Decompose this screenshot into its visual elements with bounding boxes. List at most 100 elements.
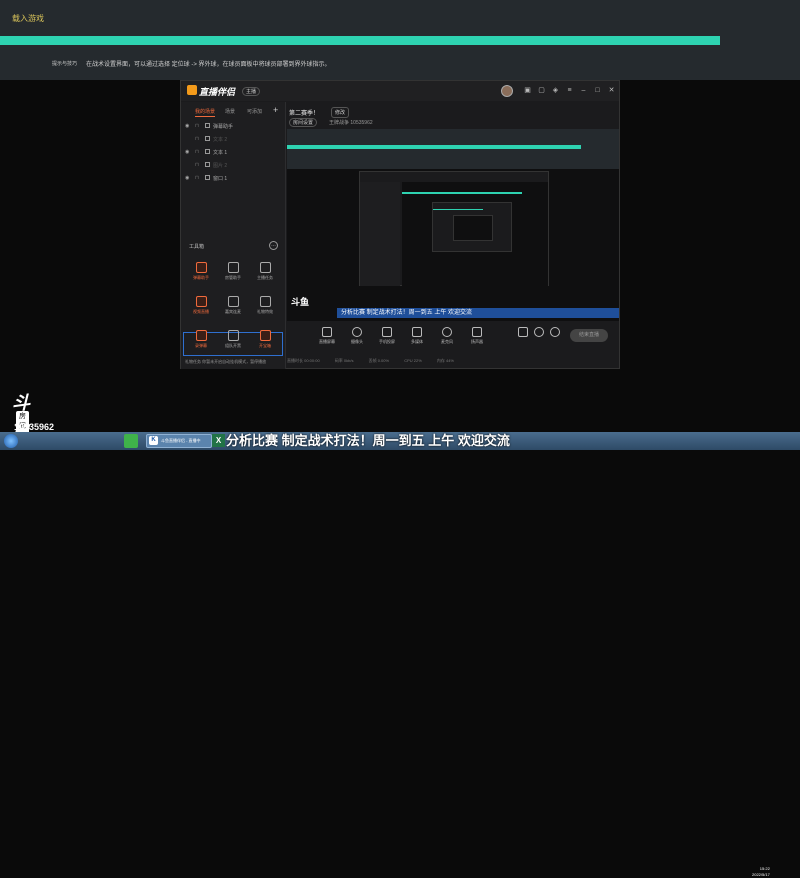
message-icon[interactable]: ▢ xyxy=(537,86,546,95)
start-button[interactable] xyxy=(4,434,18,448)
overlay-ticker: 分析比赛 制定战术打法！周一到五 上午 欢迎交流 xyxy=(337,308,619,318)
status-bitrate: 码率 0kb/s xyxy=(334,358,354,363)
gift-icon xyxy=(259,296,271,307)
tool-record-danmu[interactable]: 录弹幕 xyxy=(185,330,217,354)
source-row[interactable]: ◉ ⊓ 文本 1 xyxy=(185,147,281,158)
source-row[interactable]: ⊓ 图片 2 xyxy=(185,160,281,171)
tool-treasure[interactable]: 开宝箱 xyxy=(249,330,281,354)
app-logo-text: 直播伴侣 xyxy=(199,87,236,97)
camera-button[interactable]: 摄像头 xyxy=(343,327,371,345)
go-live-button[interactable]: 结束直播 xyxy=(570,329,608,342)
tool-streamer-task[interactable]: 主播任务 xyxy=(249,262,281,286)
room-settings-button[interactable]: 房间设置 xyxy=(289,118,318,127)
excel-icon[interactable]: X xyxy=(212,434,225,447)
live-companion-window: 直播伴侣 主播 ▣ ▢ ◈ ≡ – □ ✕ 我的场景 场景 可添加 + ◉ ⊓ 弹幕… xyxy=(180,80,620,369)
tool-gift-effect[interactable]: 礼物特效 xyxy=(249,296,281,320)
tab-active-indicator xyxy=(195,116,215,117)
tool-room-admin[interactable]: 房管助手 xyxy=(217,262,249,286)
source-name: 窗口 1 xyxy=(213,176,228,182)
nested-preview-2 xyxy=(432,202,512,252)
microphone-icon xyxy=(442,327,452,337)
close-icon[interactable]: ✕ xyxy=(607,86,616,95)
treasure-icon xyxy=(259,330,271,341)
sidebar-footer: 礼物任务 你暂未开启自动挂机模式，暂停播放 xyxy=(185,359,267,364)
settings-button[interactable] xyxy=(541,327,569,337)
phone-icon xyxy=(382,327,392,337)
minimize-icon[interactable]: – xyxy=(579,86,588,95)
app-launcher-icon[interactable] xyxy=(124,434,138,448)
status-bar: 直播时长 00:00:00 码率 0kb/s 丢帧 0.00% CPU 22% … xyxy=(287,355,619,367)
play-icon xyxy=(412,327,422,337)
speaker-button[interactable]: 扬声器 xyxy=(463,327,491,345)
speaker-icon xyxy=(472,327,482,337)
tool-team[interactable]: 组队开黑 xyxy=(217,330,249,354)
tool-guest-mic[interactable]: 嘉宾连麦 xyxy=(217,296,249,320)
microphone-button[interactable]: 麦克风 xyxy=(433,327,461,345)
stream-preview: 斗鱼 分析比赛 制定战术打法！周一到五 上午 欢迎交流 xyxy=(287,129,619,321)
nested-progress-bar xyxy=(402,192,522,194)
preview-progress-bar xyxy=(287,145,581,149)
tab-my-scenes[interactable]: 我的场景 xyxy=(195,108,215,115)
user-icon xyxy=(227,262,239,273)
add-scene-icon[interactable]: + xyxy=(273,105,278,115)
danmu-icon xyxy=(195,262,207,273)
control-bar: 直播屏幕 摄像头 手机投屏 多媒体 麦克风 扬声器 结束直播 xyxy=(287,321,619,353)
eye-icon[interactable]: ◉ xyxy=(185,149,189,155)
brand-room-id: 10535962 xyxy=(14,422,55,432)
nested-screen xyxy=(402,182,548,286)
record-icon xyxy=(195,330,207,341)
screen-icon xyxy=(322,327,332,337)
download-icon xyxy=(227,296,239,307)
lock-icon[interactable]: ⊓ xyxy=(195,123,199,129)
lock-icon[interactable]: ⊓ xyxy=(195,136,199,142)
nested-sidebar xyxy=(360,182,400,286)
source-type-icon xyxy=(205,175,210,180)
camera-icon xyxy=(352,327,362,337)
title-bar: 直播伴侣 主播 ▣ ▢ ◈ ≡ – □ ✕ xyxy=(181,81,619,101)
game-loading-screen: 载入游戏 提示与技巧 在战术设置界面，可以通过选择 定位球 -> 界外球，在球员… xyxy=(0,0,800,80)
nested-progress-bar-2 xyxy=(433,209,483,210)
source-name: 文本 1 xyxy=(213,150,228,156)
source-row[interactable]: ⊓ 文本 2 xyxy=(185,134,281,145)
lock-icon[interactable]: ⊓ xyxy=(195,162,199,168)
tab-scenes[interactable]: 场景 xyxy=(225,108,235,115)
skin-icon[interactable]: ◈ xyxy=(551,86,560,95)
phone-cast-button[interactable]: 手机投屏 xyxy=(373,327,401,345)
task-icon xyxy=(259,262,271,273)
nested-preview-3 xyxy=(453,215,493,241)
gift-icon[interactable]: ▣ xyxy=(523,86,532,95)
taskbar-app-icon: K xyxy=(149,436,158,445)
source-row[interactable]: ◉ ⊓ 弹幕助手 xyxy=(185,121,281,132)
status-memory: 内存 44% xyxy=(436,358,454,363)
room-meta: 王牌战争 10535962 xyxy=(329,120,373,126)
eye-icon[interactable]: ◉ xyxy=(185,175,189,181)
loading-progress-bar xyxy=(0,36,720,45)
media-button[interactable]: 多媒体 xyxy=(403,327,431,345)
app-badge: 主播 xyxy=(242,87,261,96)
gear-icon xyxy=(550,327,560,337)
screen-capture-button[interactable]: 直播屏幕 xyxy=(313,327,341,345)
maximize-icon[interactable]: □ xyxy=(593,86,602,95)
source-name: 文本 2 xyxy=(213,137,228,143)
more-icon[interactable]: … xyxy=(269,241,278,250)
room-title[interactable]: 第二赛季！ xyxy=(289,108,319,117)
tool-video-live[interactable]: 视频直播 xyxy=(185,296,217,320)
room-edit-tag[interactable]: 修改 xyxy=(331,107,350,118)
system-clock[interactable]: 15:22 2022/5/17 xyxy=(752,866,770,878)
tab-addable[interactable]: 可添加 xyxy=(247,108,262,115)
team-icon xyxy=(227,330,239,341)
clock-date: 2022/5/17 xyxy=(752,872,770,877)
lock-icon[interactable]: ⊓ xyxy=(195,149,199,155)
source-type-icon xyxy=(205,162,210,167)
nested-preview xyxy=(359,171,549,286)
avatar[interactable] xyxy=(501,85,513,97)
status-cpu: CPU 22% xyxy=(404,358,422,363)
tool-danmu-helper[interactable]: 弹幕助手 xyxy=(185,262,217,286)
menu-icon[interactable]: ≡ xyxy=(565,86,574,95)
source-name: 图片 2 xyxy=(213,163,228,169)
source-row[interactable]: ◉ ⊓ 窗口 1 xyxy=(185,173,281,184)
lock-icon[interactable]: ⊓ xyxy=(195,175,199,181)
eye-icon[interactable]: ◉ xyxy=(185,123,189,129)
video-icon xyxy=(195,296,207,307)
overlay-logo: 斗鱼 xyxy=(291,297,310,307)
